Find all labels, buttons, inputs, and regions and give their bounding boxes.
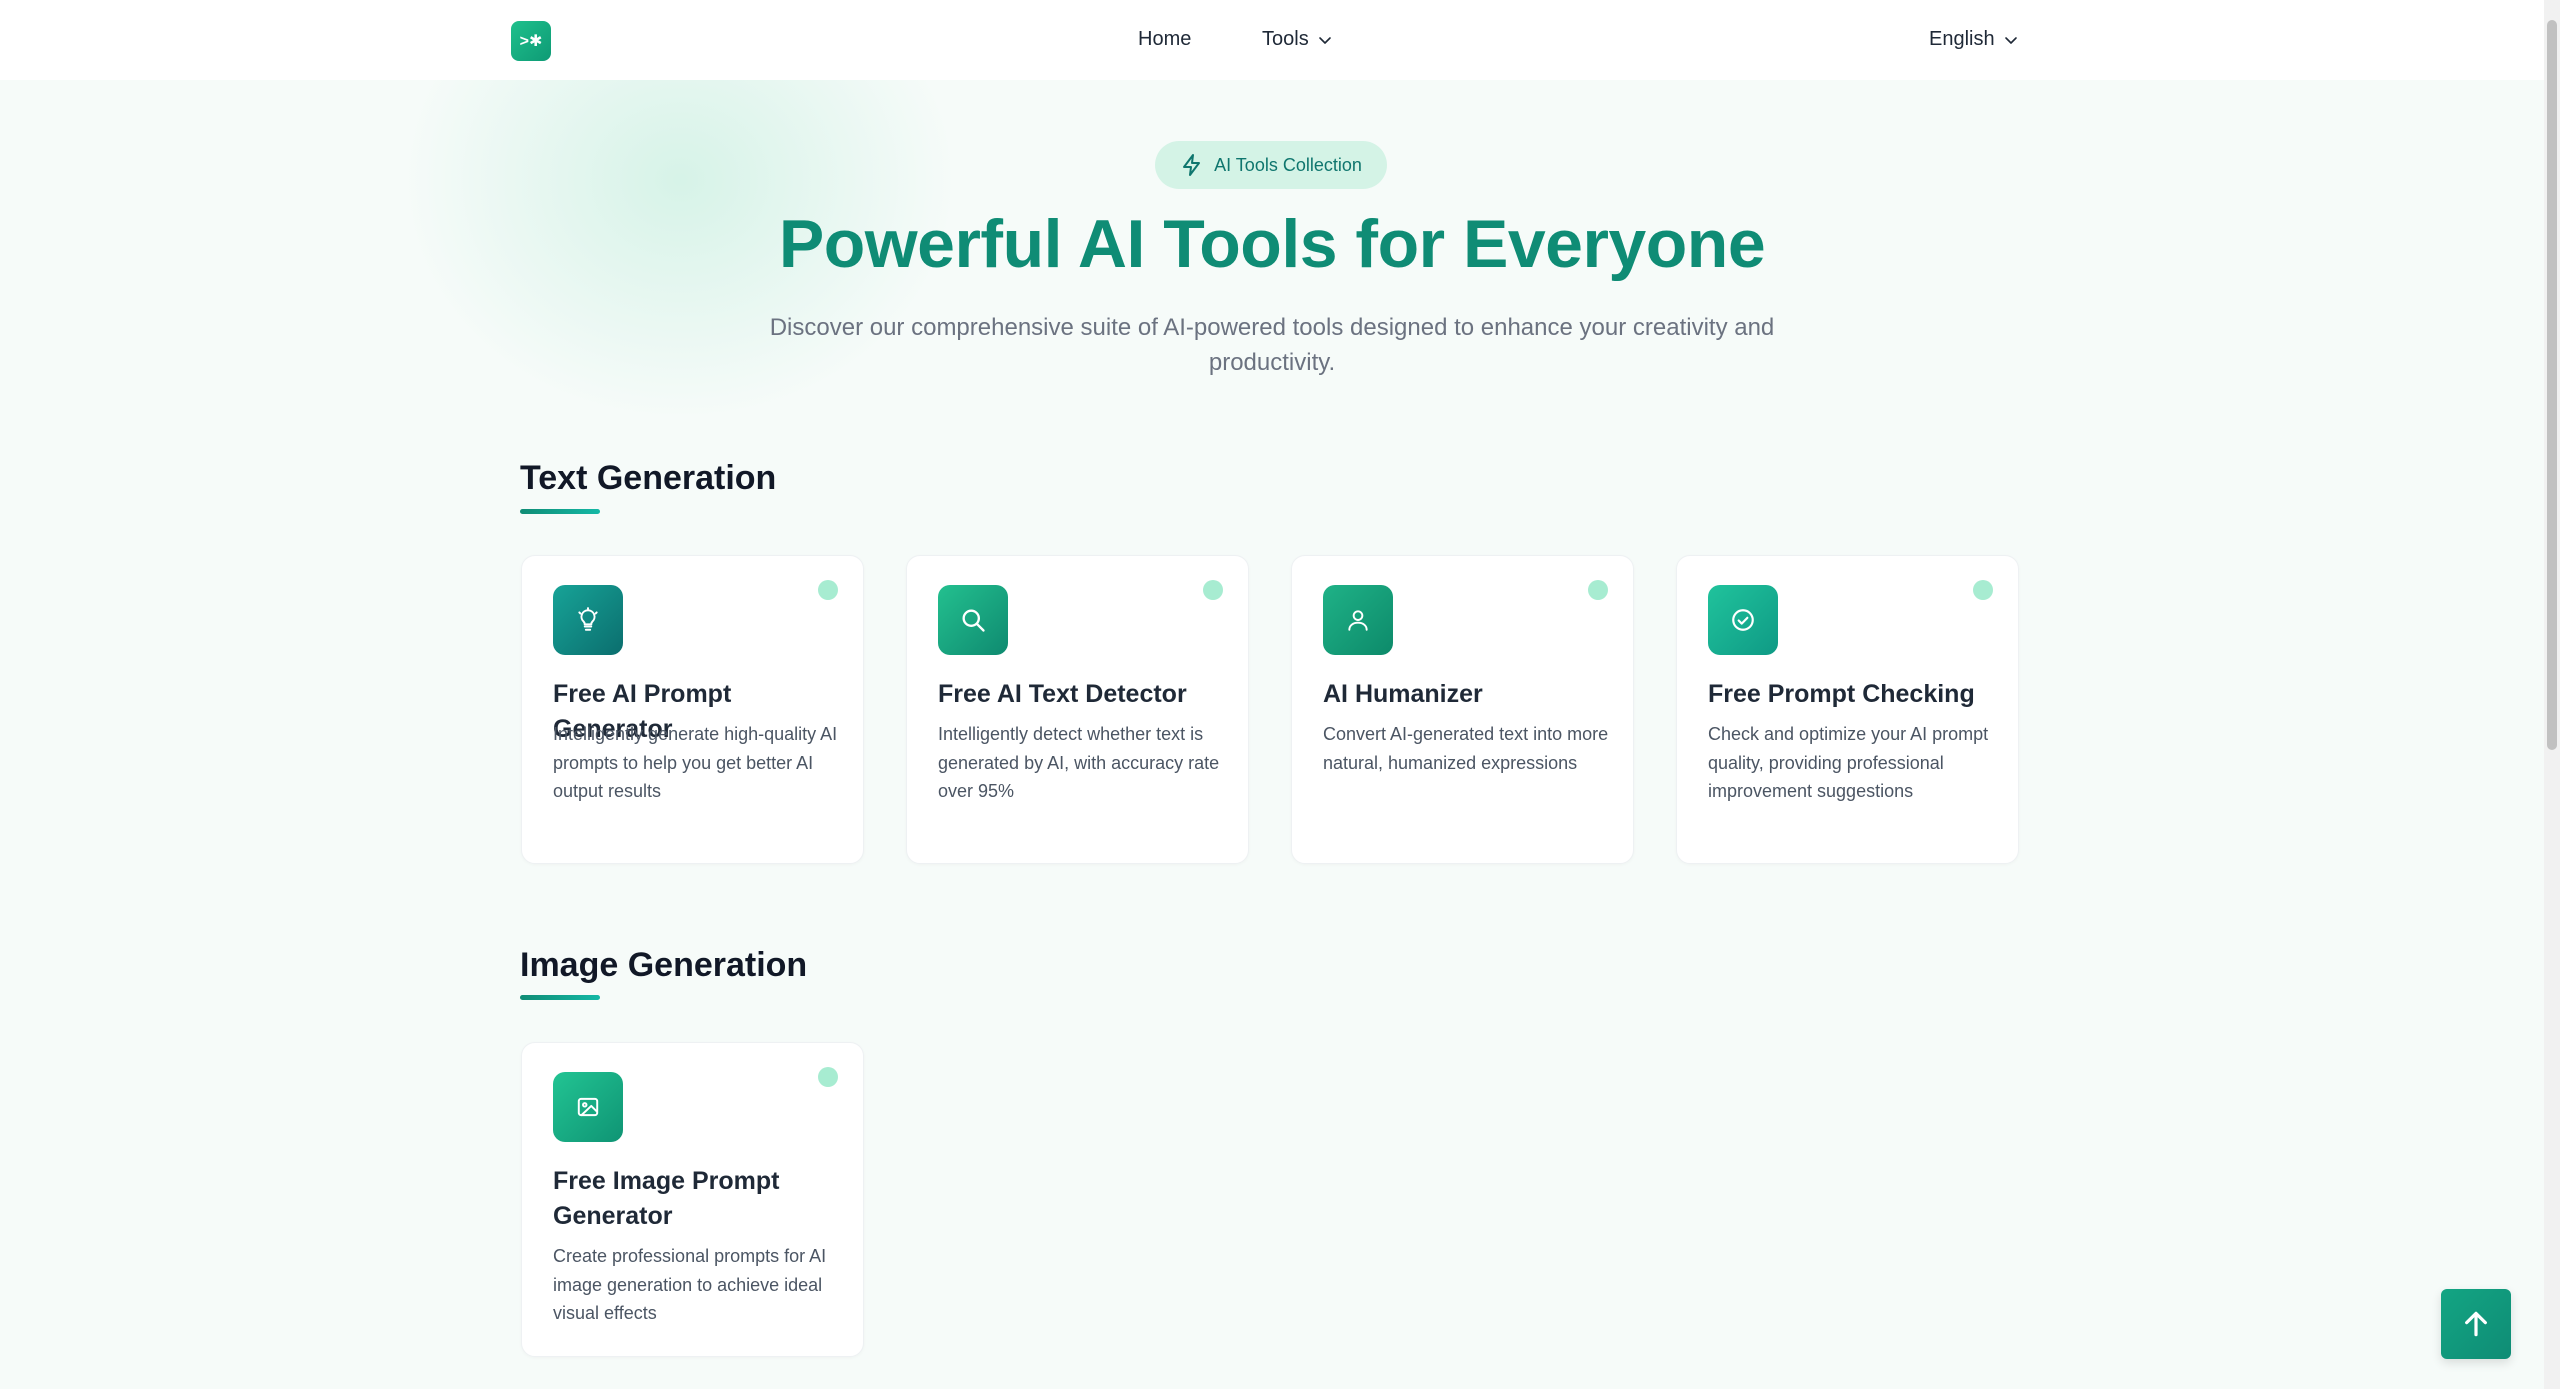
page-title: Powerful AI Tools for Everyone: [778, 206, 1766, 282]
card-description: Intelligently generate high-quality AI p…: [553, 724, 838, 801]
nav-tools-dropdown[interactable]: Tools: [1262, 28, 1333, 51]
status-dot: [818, 580, 838, 600]
status-dot: [1973, 580, 1993, 600]
section-title-text-generation: Text Generation: [520, 459, 777, 497]
status-dot: [1203, 580, 1223, 600]
site-logo[interactable]: >✱: [511, 21, 551, 61]
back-to-top-button[interactable]: [2441, 1289, 2511, 1359]
arrow-up-icon: [2465, 1311, 2487, 1337]
ai-tools-collection-badge: AI Tools Collection: [1155, 141, 1387, 189]
tool-card-ai-humanizer[interactable]: AI Humanizer Convert AI-generated text i…: [1291, 555, 1634, 864]
user-icon: [1323, 585, 1393, 655]
card-title: Free Image Prompt Generator: [553, 1167, 780, 1230]
badge-label: AI Tools Collection: [1214, 154, 1362, 175]
card-title: Free AI Text Detector: [938, 680, 1187, 708]
image-icon: [553, 1072, 623, 1142]
tool-card-text-detector[interactable]: Free AI Text Detector Intelligently dete…: [906, 555, 1249, 864]
card-description: Convert AI-generated text into more natu…: [1323, 724, 1609, 773]
section-underline: [520, 509, 600, 514]
status-dot: [818, 1067, 838, 1087]
logo-mark: >✱: [519, 33, 543, 50]
tool-card-prompt-generator[interactable]: Free AI Prompt Generator Intelligently g…: [521, 555, 864, 864]
chevron-down-icon: [2004, 36, 2017, 44]
section-underline: [520, 995, 600, 1000]
language-selector[interactable]: English: [1929, 28, 2019, 51]
nav-tools-label: Tools: [1262, 28, 1309, 50]
lightbulb-icon: [553, 585, 623, 655]
card-description: Check and optimize your AI prompt qualit…: [1708, 724, 1989, 801]
search-icon: [938, 585, 1008, 655]
tool-card-prompt-checking[interactable]: Free Prompt Checking Check and optimize …: [1676, 555, 2019, 864]
card-description: Create professional prompts for AI image…: [553, 1246, 827, 1323]
lightning-icon: [1183, 154, 1201, 176]
page-subtitle-line: Discover our comprehensive suite of AI-p…: [769, 314, 1775, 341]
nav-home-link[interactable]: Home: [1138, 28, 1191, 51]
top-navigation-bar: >✱ Home Tools English: [0, 0, 2544, 80]
page-subtitle-line: productivity.: [1208, 349, 1336, 376]
page-scrollbar-thumb[interactable]: [2547, 20, 2557, 750]
page-subtitle: Discover our comprehensive suite of AI-p…: [760, 310, 1784, 380]
check-circle-icon: [1708, 585, 1778, 655]
card-title: AI Humanizer: [1323, 680, 1483, 708]
status-dot: [1588, 580, 1608, 600]
tool-card-image-prompt-generator[interactable]: Free Image Prompt Generator Create profe…: [521, 1042, 864, 1357]
language-label: English: [1929, 28, 1995, 50]
chevron-down-icon: [1318, 36, 1331, 44]
card-description: Intelligently detect whether text is gen…: [938, 724, 1220, 801]
card-title: Free Prompt Checking: [1708, 680, 1975, 708]
section-title-image-generation: Image Generation: [520, 946, 808, 984]
